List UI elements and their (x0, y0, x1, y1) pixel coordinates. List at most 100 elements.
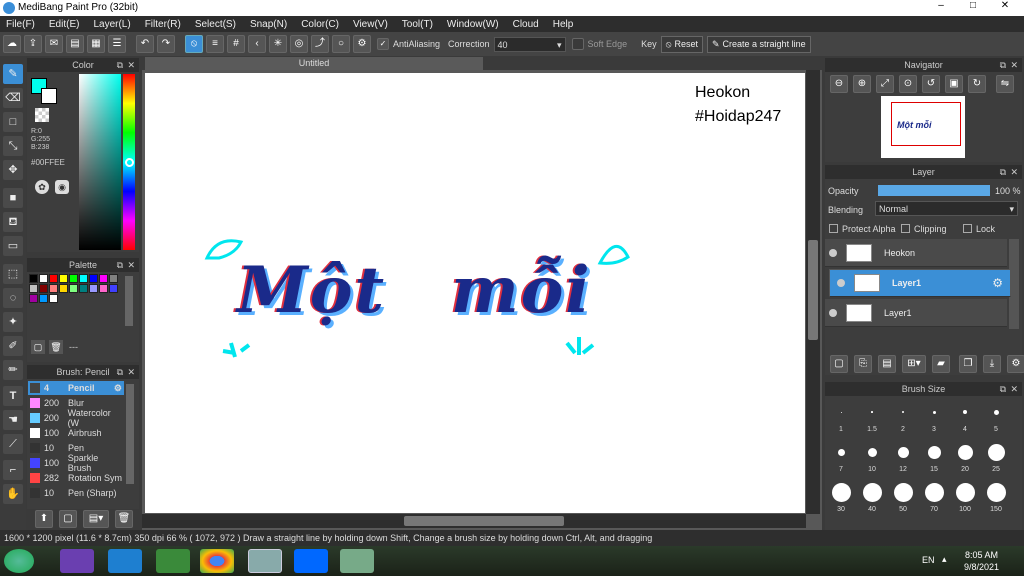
brush-size-option[interactable]: 15 (919, 440, 949, 478)
popout-icon[interactable]: ⧉ (1000, 382, 1006, 396)
brush-item[interactable]: 282 Rotation Sym (28, 471, 124, 485)
palette-swatch[interactable] (49, 294, 58, 303)
popout-icon[interactable]: ⧉ (117, 258, 123, 272)
fill-rect-tool-icon[interactable]: ■ (3, 188, 23, 208)
menu-snap[interactable]: Snap(N) (250, 19, 287, 30)
palette-swatch[interactable] (109, 284, 118, 293)
palette-swatch[interactable] (89, 284, 98, 293)
straight-line-button[interactable]: ✎ Create a straight line (706, 35, 811, 53)
palette-swatch[interactable] (59, 274, 68, 283)
palette-swatch[interactable] (29, 274, 38, 283)
bucket-tool-icon[interactable]: ⛾ (3, 212, 23, 232)
text-tool-icon[interactable]: T (3, 386, 23, 406)
palette-swatch[interactable] (79, 284, 88, 293)
palette-swatch[interactable] (29, 284, 38, 293)
perspective-snap-icon[interactable]: ‹ (248, 35, 266, 53)
layer-props-icon[interactable]: ▤ (878, 355, 896, 373)
new-brush-icon[interactable]: ▢ (59, 510, 77, 528)
graph-tool-icon[interactable]: ⤡ (3, 136, 23, 156)
palette-icon[interactable]: ✿ (35, 180, 49, 194)
palette-swatch[interactable] (69, 274, 78, 283)
hue-handle[interactable] (125, 158, 134, 167)
gradient-tool-icon[interactable]: ▭ (3, 236, 23, 256)
close-button[interactable]: ✕ (994, 0, 1016, 14)
menu-help[interactable]: Help (553, 19, 574, 30)
brush-size-option[interactable]: 40 (857, 480, 887, 518)
gear-icon[interactable]: ⚙ (114, 383, 122, 394)
brush-tool-icon[interactable]: ✎ (3, 64, 23, 84)
lasso-tool-icon[interactable]: ◌ (3, 288, 23, 308)
close-icon[interactable]: ✕ (1010, 165, 1018, 179)
soft-edge-checkbox[interactable] (571, 38, 584, 50)
brush-size-option[interactable]: 2 (888, 400, 918, 438)
brush-item[interactable]: 10 Pen (Sharp) (28, 486, 124, 500)
lock-checkbox[interactable] (963, 224, 972, 233)
menu-edit[interactable]: Edit(E) (49, 19, 80, 30)
folder-icon[interactable]: ▰ (932, 355, 950, 373)
palette-swatch[interactable] (99, 284, 108, 293)
palette-swatch[interactable] (39, 294, 48, 303)
brush-size-option[interactable]: 100 (950, 480, 980, 518)
brush-size-option[interactable]: 70 (919, 480, 949, 518)
close-icon[interactable]: ✕ (1010, 58, 1018, 72)
maximize-button[interactable]: □ (962, 0, 984, 14)
settings-list-icon[interactable]: ☰ (108, 35, 126, 53)
divide-tool-icon[interactable]: ⟋ (3, 434, 23, 454)
brush-item[interactable]: 200 Watercolor (W (28, 408, 124, 428)
brush-size-option[interactable]: 1.5 (857, 400, 887, 438)
palette-scrollbar[interactable] (125, 276, 133, 326)
zoom-in-icon[interactable]: ⊕ (853, 75, 871, 93)
close-icon[interactable]: ✕ (1010, 382, 1018, 396)
duplicate-icon[interactable]: ❐ (959, 355, 977, 373)
new-layer-icon[interactable]: ▢ (830, 355, 848, 373)
document-icon[interactable]: ▦ (87, 35, 105, 53)
redo-icon[interactable]: ↷ (157, 35, 175, 53)
undo-icon[interactable]: ↶ (136, 35, 154, 53)
popout-icon[interactable]: ⧉ (1000, 165, 1006, 179)
language-indicator[interactable]: EN (922, 555, 935, 565)
delete-brush-icon[interactable]: 🗑 (115, 510, 133, 528)
snap-off-icon[interactable]: ⦸ (185, 35, 203, 53)
blending-select[interactable]: Normal ▾ (875, 201, 1018, 216)
protect-alpha-checkbox[interactable] (829, 224, 838, 233)
popout-icon[interactable]: ⧉ (117, 365, 123, 379)
dot-tool-icon[interactable]: □ (3, 112, 23, 132)
horizontal-scroll-thumb[interactable] (404, 516, 564, 526)
palette-swatch[interactable] (39, 284, 48, 293)
reset-button[interactable]: ⦸ Reset (660, 35, 703, 53)
eyedropper-tool-icon[interactable]: ⌐ (3, 460, 23, 480)
medibang-icon[interactable] (248, 549, 282, 573)
horizontal-scrollbar[interactable] (142, 514, 806, 528)
brush-size-option[interactable]: 10 (857, 440, 887, 478)
menu-select[interactable]: Select(S) (195, 19, 236, 30)
popout-icon[interactable]: ⧉ (117, 58, 123, 72)
share-icon[interactable]: ⇪ (24, 35, 42, 53)
chrome-icon[interactable] (200, 549, 234, 573)
layer-row[interactable]: Heokon (825, 239, 1007, 267)
start-button[interactable] (4, 549, 34, 573)
brush-size-option[interactable]: 4 (950, 400, 980, 438)
palette-swatch[interactable] (99, 274, 108, 283)
visual-studio-icon[interactable] (60, 549, 94, 573)
menu-window[interactable]: Window(W) (447, 19, 499, 30)
hand-tool-icon[interactable]: ✋ (3, 484, 23, 504)
snap-settings-icon[interactable]: ⚙ (353, 35, 371, 53)
palette-swatch[interactable] (29, 294, 38, 303)
paint-icon[interactable] (340, 549, 374, 573)
close-icon[interactable]: ✕ (127, 365, 135, 379)
visibility-icon[interactable] (837, 279, 845, 287)
palette-swatch[interactable] (79, 274, 88, 283)
palette-swatch[interactable] (49, 274, 58, 283)
document-tab[interactable]: Untitled (145, 57, 483, 70)
concentric-snap-icon[interactable]: ◎ (290, 35, 308, 53)
palette-swatch[interactable] (109, 274, 118, 283)
menu-filter[interactable]: Filter(R) (145, 19, 181, 30)
visibility-icon[interactable] (829, 248, 837, 257)
message-icon[interactable]: ▤ (66, 35, 84, 53)
brush-menu-icon[interactable]: ▤▾ (83, 510, 109, 528)
merge-icon[interactable]: ⤓ (983, 355, 1001, 373)
comment-icon[interactable]: ✉ (45, 35, 63, 53)
actual-size-icon[interactable]: ▣ (945, 75, 963, 93)
internet-explorer-icon[interactable] (108, 549, 142, 573)
menu-layer[interactable]: Layer(L) (93, 19, 130, 30)
